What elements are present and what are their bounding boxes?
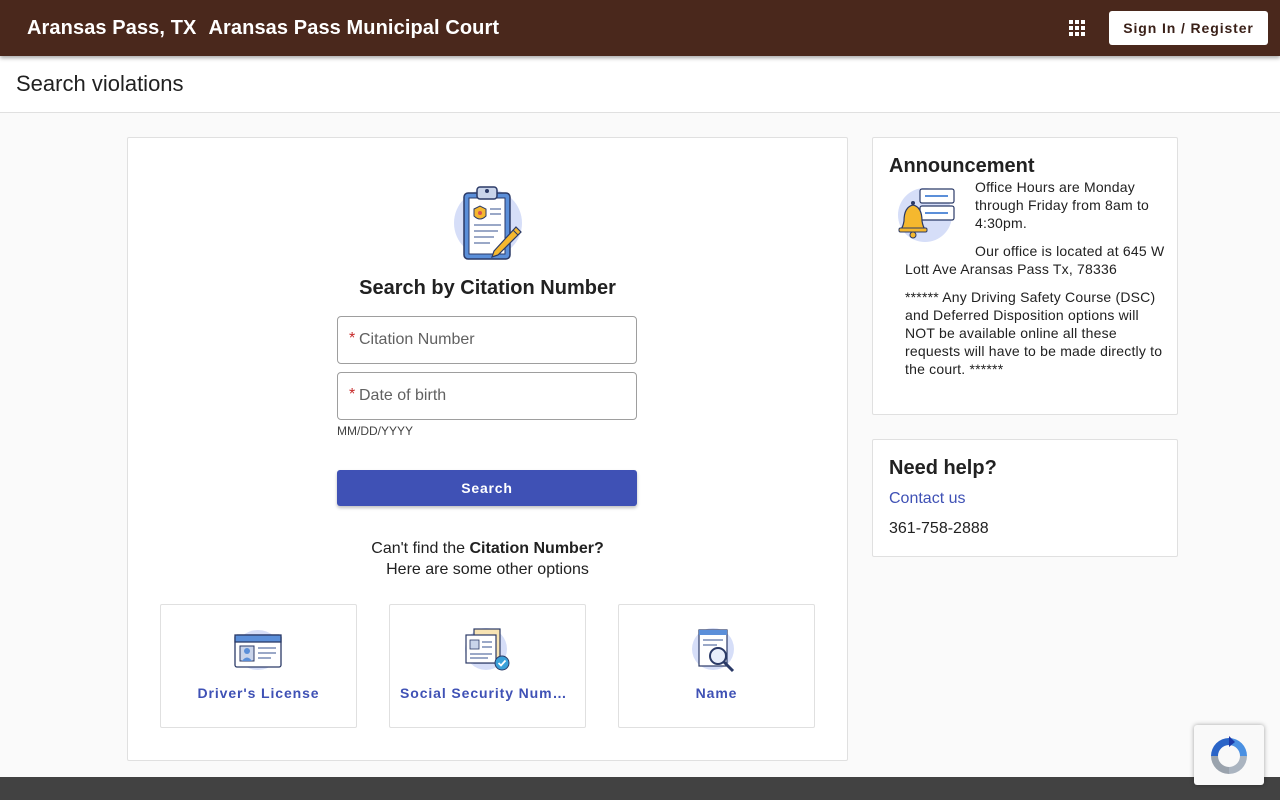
help-title: Need help? bbox=[889, 457, 997, 479]
required-marker: * bbox=[349, 330, 356, 347]
search-title: Search by Citation Number bbox=[359, 277, 616, 299]
citation-number-input[interactable] bbox=[359, 318, 629, 362]
announcement-card: Announcement Office Hours are Monday thr… bbox=[872, 137, 1178, 415]
announcement-title: Announcement bbox=[889, 155, 1035, 177]
option-label: Social Security Number bbox=[400, 685, 575, 701]
contact-us-link[interactable]: Contact us bbox=[889, 490, 965, 508]
cant-find-prefix: Can't find the bbox=[371, 540, 466, 557]
announcement-paragraph: ****** Any Driving Safety Course (DSC) a… bbox=[905, 289, 1163, 377]
page-title: Search violations bbox=[16, 71, 184, 96]
ssn-document-icon bbox=[465, 628, 510, 671]
date-of-birth-field[interactable]: * bbox=[337, 372, 637, 420]
announcement-paragraph: Our office is located at 645 W Lott Ave … bbox=[905, 243, 1165, 277]
option-drivers-license[interactable]: Driver's License bbox=[160, 604, 357, 728]
citation-search-card: Search by Citation Number * * MM/DD/YYYY… bbox=[127, 137, 848, 761]
search-button[interactable]: Search bbox=[337, 470, 637, 506]
announcement-paragraph: Office Hours are Monday through Friday f… bbox=[975, 179, 1150, 231]
option-name[interactable]: Name bbox=[618, 604, 815, 728]
apps-grid-icon[interactable] bbox=[1065, 16, 1089, 40]
announcement-body: Office Hours are Monday through Friday f… bbox=[905, 178, 1167, 388]
other-options-text: Can't find the Citation Number? Here are… bbox=[128, 538, 847, 580]
id-card-icon bbox=[234, 630, 282, 670]
page-footer bbox=[0, 777, 1280, 800]
other-options-label: Here are some other options bbox=[386, 561, 589, 578]
brand-court-name: Aransas Pass Municipal Court bbox=[208, 17, 500, 39]
option-social-security-number[interactable]: Social Security Number bbox=[389, 604, 586, 728]
brand-location: Aransas Pass, TX bbox=[27, 17, 197, 39]
cant-find-bold: Citation Number? bbox=[469, 540, 604, 557]
brand[interactable]: Aransas Pass, TX Aransas Pass Municipal C… bbox=[27, 0, 499, 56]
page-header: Search violations bbox=[0, 56, 1280, 113]
magnifier-document-icon bbox=[692, 628, 735, 673]
citation-number-field[interactable]: * bbox=[337, 316, 637, 364]
clipboard-badge-icon bbox=[450, 181, 530, 265]
sign-in-register-button[interactable]: Sign In / Register bbox=[1109, 11, 1268, 45]
date-of-birth-input[interactable] bbox=[359, 374, 629, 418]
option-label: Name bbox=[695, 685, 738, 701]
recaptcha-icon bbox=[1211, 736, 1247, 774]
help-card: Need help? Contact us 361-758-2888 bbox=[872, 439, 1178, 557]
recaptcha-badge[interactable] bbox=[1194, 725, 1264, 785]
help-phone: 361-758-2888 bbox=[889, 520, 989, 537]
required-marker: * bbox=[349, 386, 356, 403]
date-format-hint: MM/DD/YYYY bbox=[337, 424, 414, 438]
option-label: Driver's License bbox=[197, 685, 320, 701]
top-app-bar: Aransas Pass, TX Aransas Pass Municipal C… bbox=[0, 0, 1280, 56]
